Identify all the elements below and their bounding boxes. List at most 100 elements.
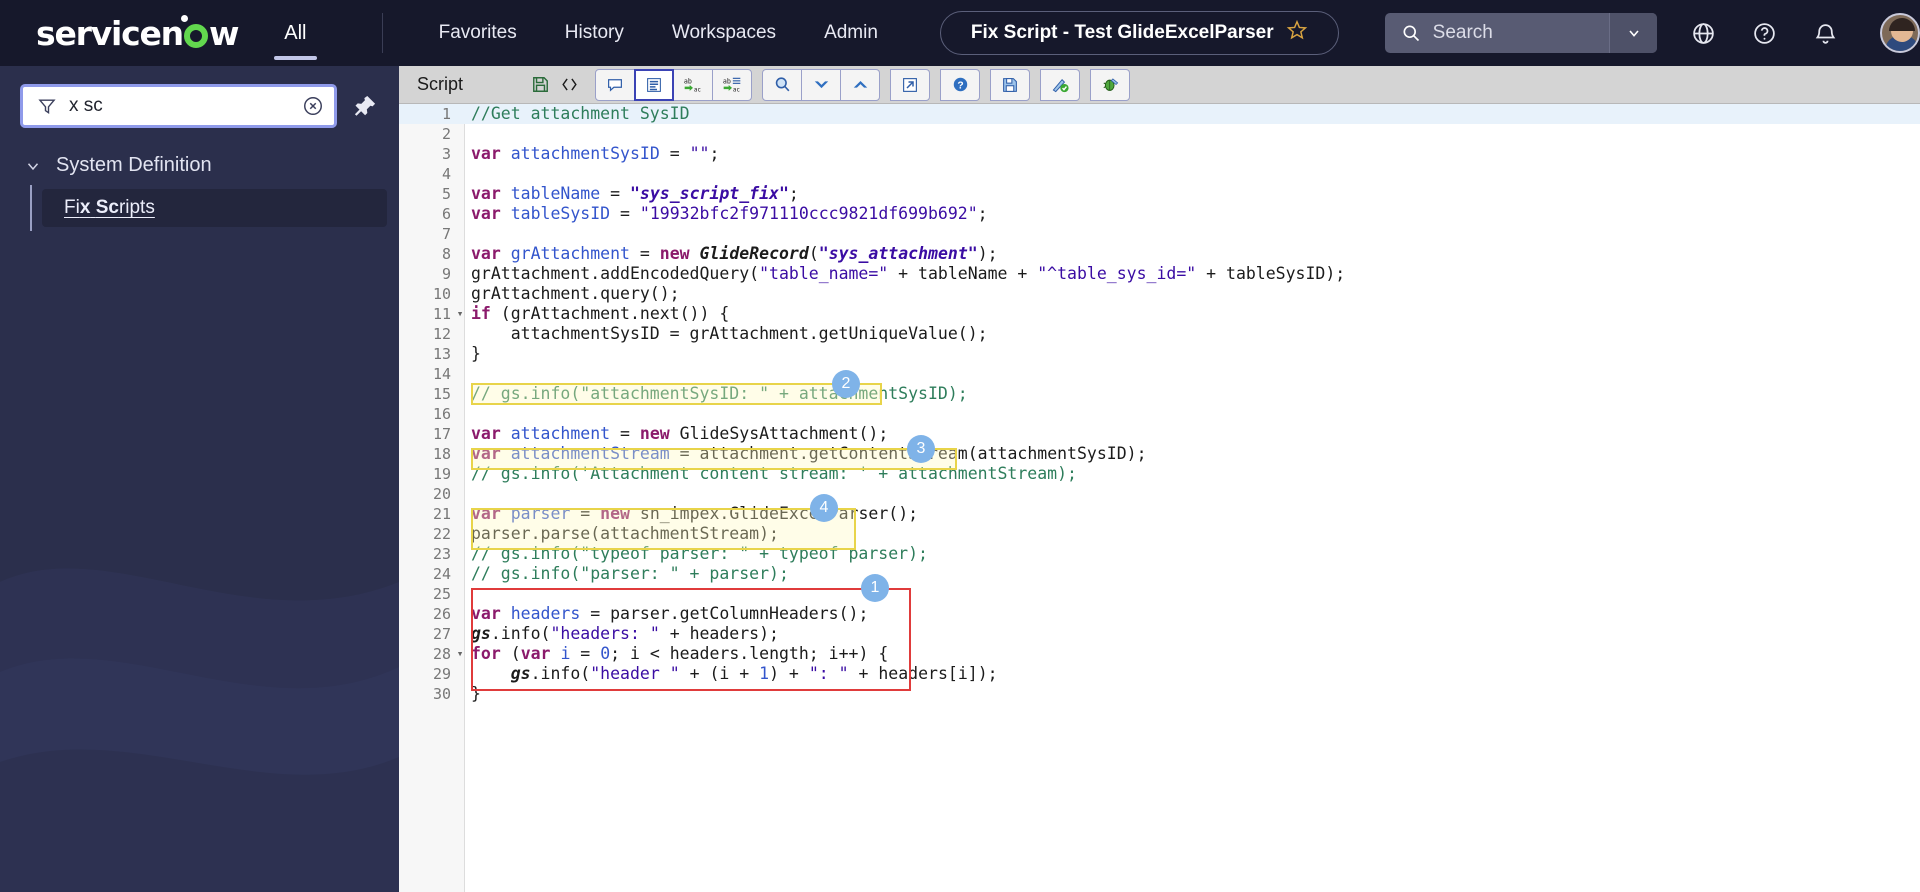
nav-item-workspaces[interactable]: Workspaces <box>672 22 776 44</box>
line-number: 8 <box>441 245 451 263</box>
code-line[interactable]: 9 grAttachment.addEncodedQuery("table_nam… <box>399 264 1920 284</box>
clear-circle-icon[interactable] <box>302 95 324 117</box>
code-token: // gs.info('Attachment content stream: '… <box>471 464 1077 483</box>
code-line[interactable]: 12 attachmentSysID = grAttachment.getUni… <box>399 324 1920 344</box>
save-disk-icon[interactable] <box>531 75 550 94</box>
code-line[interactable]: 7 <box>399 224 1920 244</box>
code-line[interactable]: 13} <box>399 344 1920 364</box>
code-line[interactable]: 14 <box>399 364 1920 384</box>
user-avatar[interactable] <box>1880 13 1920 53</box>
code-token: var <box>471 244 511 263</box>
code-line[interactable]: 25 <box>399 584 1920 604</box>
chevron-down-icon <box>24 157 42 175</box>
code-line[interactable]: 23 // gs.info("typeof parser: " + typeof … <box>399 544 1920 564</box>
code-token: attachment <box>510 424 611 443</box>
code-line[interactable]: 3 var attachmentSysID = ""; <box>399 144 1920 164</box>
code-line[interactable]: 8 var grAttachment = new GlideRecord("sys… <box>399 244 1920 264</box>
code-token: new <box>659 244 700 263</box>
code-line-text: // gs.info("parser: " + parser); <box>471 564 789 584</box>
search-dropdown-button[interactable] <box>1609 13 1657 53</box>
nav-item-favorites[interactable]: Favorites <box>439 22 517 44</box>
sidebar-group-system-definition[interactable]: System Definition <box>0 154 399 177</box>
code-line[interactable]: 4 <box>399 164 1920 184</box>
code-line[interactable]: 29 gs.info("header " + (i + 1) + ": " + … <box>399 664 1920 684</box>
save-button[interactable] <box>990 68 1031 101</box>
servicenow-logo[interactable]: servicen w <box>36 13 239 53</box>
code-token: } <box>471 344 481 363</box>
code-token: = parser.getColumnHeaders(); <box>580 604 869 623</box>
syntax-check-button[interactable] <box>1040 68 1081 101</box>
code-fold-toggle[interactable]: ▾ <box>455 644 465 664</box>
code-token: var <box>520 644 561 663</box>
sidebar-item-fix-scripts[interactable]: Fix Scripts <box>30 185 387 231</box>
debug-button[interactable] <box>1090 68 1131 101</box>
find-button[interactable] <box>762 68 803 101</box>
code-line[interactable]: 24 // gs.info("parser: " + parser); <box>399 564 1920 584</box>
code-line-text: grAttachment.addEncodedQuery("table_name… <box>471 264 1345 284</box>
code-line-text: // gs.info('Attachment content stream: '… <box>471 464 1077 484</box>
sidebar-item-fix-scripts-link[interactable]: Fix Scripts <box>64 197 155 219</box>
help-button[interactable]: ? <box>940 68 981 101</box>
record-title-pill[interactable]: Fix Script - Test GlideExcelParser <box>939 11 1339 55</box>
code-fold-toggle[interactable]: ▾ <box>455 304 465 324</box>
code-line[interactable]: 10 grAttachment.query(); <box>399 284 1920 304</box>
fix-scripts-post: ripts <box>118 197 155 218</box>
comment-button[interactable] <box>595 68 636 101</box>
replace-button[interactable]: ab ac <box>673 68 714 101</box>
code-line[interactable]: 5 var tableName = "sys_script_fix"; <box>399 184 1920 204</box>
logo-text-part1: servicen <box>36 13 184 53</box>
notification-bell-icon[interactable] <box>1813 21 1838 46</box>
replace-all-button[interactable]: ab ac <box>712 68 753 101</box>
code-token: "sys_script_fix" <box>629 184 789 203</box>
line-number: 22 <box>432 525 451 543</box>
format-button[interactable] <box>634 68 675 101</box>
code-lines-container[interactable]: 1//Get attachment SysID 2 3 var attachmentS… <box>399 104 1920 892</box>
code-token: = <box>659 144 690 163</box>
editor-button-group-3 <box>890 68 931 101</box>
star-outline-icon[interactable] <box>1286 19 1308 47</box>
find-next-button[interactable] <box>801 68 842 101</box>
line-number: 5 <box>441 185 451 203</box>
code-line[interactable]: 15 // gs.info("attachmentSysID: " + attac… <box>399 384 1920 404</box>
code-line[interactable]: 18 var attachmentStream = attachment.getC… <box>399 444 1920 464</box>
code-line[interactable]: 2 <box>399 124 1920 144</box>
code-token: 0 <box>600 644 611 663</box>
code-editor[interactable]: 1//Get attachment SysID 2 3 var attachmentS… <box>399 104 1920 892</box>
code-line[interactable]: 28 ▾ for (var i = 0; i < headers.length; i… <box>399 644 1920 664</box>
pin-icon[interactable] <box>351 92 379 120</box>
code-token: ; i < headers.length; i++) { <box>610 644 889 663</box>
line-number: 12 <box>432 325 451 343</box>
nav-item-admin[interactable]: Admin <box>824 22 878 44</box>
code-line[interactable]: 17 var attachment = new GlideSysAttachmen… <box>399 424 1920 444</box>
code-token: tableSysID <box>510 204 611 223</box>
script-editor-toolbar: Script ab ac ab ac ? <box>399 66 1920 104</box>
code-line[interactable]: 19 // gs.info('Attachment content stream:… <box>399 464 1920 484</box>
code-token: for <box>471 644 501 663</box>
global-search[interactable]: Search <box>1384 13 1657 53</box>
code-line[interactable]: 11 ▾ if (grAttachment.next()) { <box>399 304 1920 324</box>
code-line[interactable]: 21 var parser = new sn_impex.GlideExcelPa… <box>399 504 1920 524</box>
nav-all-tab[interactable]: All <box>274 0 317 66</box>
code-line[interactable]: 27 gs.info("headers: " + headers); <box>399 624 1920 644</box>
fullscreen-button[interactable] <box>890 68 931 101</box>
navigator-filter-input[interactable]: x sc <box>20 84 337 128</box>
nav-item-history[interactable]: History <box>565 22 624 44</box>
code-token: ; <box>788 184 799 203</box>
code-line[interactable]: 30} <box>399 684 1920 704</box>
code-line[interactable]: 20 <box>399 484 1920 504</box>
code-line[interactable]: 26 var headers = parser.getColumnHeaders(… <box>399 604 1920 624</box>
line-number: 18 <box>432 445 451 463</box>
code-line[interactable]: 22 parser.parse(attachmentStream); <box>399 524 1920 544</box>
help-circle-icon[interactable] <box>1752 21 1777 46</box>
code-line[interactable]: 6 var tableSysID = "19932bfc2f971110ccc98… <box>399 204 1920 224</box>
code-line[interactable]: 16 <box>399 404 1920 424</box>
code-token: var <box>471 504 511 523</box>
search-placeholder: Search <box>1432 22 1493 43</box>
find-prev-button[interactable] <box>840 68 881 101</box>
globe-icon[interactable] <box>1691 21 1716 46</box>
filter-icon <box>37 96 57 116</box>
code-token: "headers: " <box>550 624 660 643</box>
code-line[interactable]: 1 //Get attachment SysID <box>399 104 1920 124</box>
code-tags-icon[interactable] <box>560 75 579 94</box>
